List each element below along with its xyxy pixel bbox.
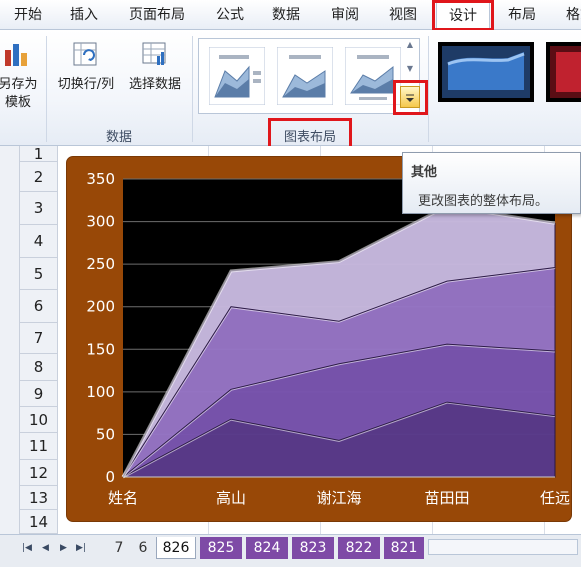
row-header[interactable]: 5 bbox=[20, 258, 58, 290]
sheet-tab-822[interactable]: 822 bbox=[338, 537, 380, 559]
group-separator bbox=[46, 36, 47, 142]
sheet-left-margin bbox=[0, 146, 20, 534]
switch-row-column-icon bbox=[73, 42, 97, 66]
first-sheet-icon[interactable]: |◀ bbox=[22, 543, 32, 553]
horizontal-scrollbar[interactable] bbox=[428, 539, 578, 555]
tab-data[interactable]: 数据 bbox=[266, 0, 306, 30]
tooltip-title: 其他 bbox=[411, 165, 438, 180]
tab-design[interactable]: 设计 bbox=[436, 0, 490, 31]
row-header[interactable]: 7 bbox=[20, 323, 58, 354]
ribbon-tabbar: 开始 插入 页面布局 公式 数据 审阅 视图 设计 布局 格式 bbox=[0, 0, 581, 31]
group-label-chart-layout: 图表布局 bbox=[283, 130, 336, 145]
tab-view[interactable]: 视图 bbox=[383, 0, 423, 30]
row-header[interactable]: 4 bbox=[20, 225, 58, 258]
tab-layout[interactable]: 布局 bbox=[500, 0, 544, 30]
row-header[interactable]: 8 bbox=[20, 354, 58, 381]
tab-review[interactable]: 审阅 bbox=[325, 0, 365, 30]
row-header[interactable]: 9 bbox=[20, 381, 58, 407]
save-template-label-1: 另存为 bbox=[0, 77, 38, 92]
save-template-label-2: 模板 bbox=[4, 95, 31, 110]
tab-home[interactable]: 开始 bbox=[8, 0, 48, 30]
y-tick-label: 300 bbox=[86, 213, 115, 231]
x-tick-label: 谢江海 bbox=[316, 489, 361, 507]
row-header[interactable]: 12 bbox=[20, 460, 58, 486]
sheet-tab-821[interactable]: 821 bbox=[384, 537, 424, 559]
group-separator bbox=[192, 36, 193, 142]
ribbon-body: 另存为 模板 切换行/列 选择数据 数据 ▲ ▼ 图表布局 bbox=[0, 30, 581, 153]
y-tick-label: 250 bbox=[86, 255, 115, 273]
y-tick-label: 150 bbox=[86, 340, 115, 358]
y-tick-label: 200 bbox=[86, 298, 115, 316]
select-data-icon bbox=[142, 42, 166, 65]
last-sheet-icon[interactable]: ▶| bbox=[76, 543, 86, 553]
save-as-template-button[interactable]: 另存为 模板 bbox=[0, 40, 42, 112]
chart-style-2-thumbnail[interactable] bbox=[546, 42, 581, 102]
tab-formulas[interactable]: 公式 bbox=[210, 0, 250, 30]
prev-sheet-icon[interactable]: ◀ bbox=[42, 543, 49, 553]
x-tick-label: 高山 bbox=[216, 489, 246, 507]
chart-style-1-icon bbox=[442, 46, 530, 98]
tooltip-description: 更改图表的整体布局。 bbox=[418, 194, 549, 209]
chart-layout-1-thumbnail[interactable] bbox=[209, 47, 265, 105]
sheet-tab-7[interactable]: 7 bbox=[106, 537, 132, 559]
gallery-scroll-up-button[interactable]: ▲ bbox=[402, 40, 418, 54]
chart-layout-3-thumbnail[interactable] bbox=[345, 47, 401, 105]
switch-row-column-button[interactable]: 切换行/列 bbox=[52, 40, 120, 94]
gallery-more-button[interactable] bbox=[400, 86, 420, 108]
row-header[interactable]: 3 bbox=[20, 192, 58, 225]
row-header[interactable]: 6 bbox=[20, 290, 58, 323]
row-header[interactable]: 1 bbox=[20, 146, 58, 162]
chart-template-icon bbox=[5, 44, 27, 66]
sheet-tab-823[interactable]: 823 bbox=[292, 537, 334, 559]
row-header[interactable]: 13 bbox=[20, 486, 58, 510]
chart-style-2-icon bbox=[550, 46, 581, 98]
y-tick-label: 0 bbox=[105, 468, 115, 486]
x-tick-label: 姓名 bbox=[108, 489, 138, 507]
next-sheet-icon[interactable]: ▶ bbox=[60, 543, 67, 553]
more-dropdown-icon bbox=[406, 94, 414, 102]
y-tick-label: 100 bbox=[86, 383, 115, 401]
chart-style-1-thumbnail[interactable] bbox=[438, 42, 534, 102]
gallery-scroll-down-button[interactable]: ▼ bbox=[402, 64, 418, 78]
tab-insert[interactable]: 插入 bbox=[64, 0, 104, 30]
row-header[interactable]: 10 bbox=[20, 407, 58, 433]
sheet-tab-6[interactable]: 6 bbox=[132, 537, 154, 559]
select-data-label: 选择数据 bbox=[128, 77, 181, 92]
sheet-tab-bar: |◀ ◀ ▶ ▶| 7 6 826 825 824 823 822 821 bbox=[0, 534, 581, 567]
tab-format[interactable]: 格式 bbox=[560, 0, 581, 30]
x-tick-label: 任远 bbox=[540, 489, 570, 507]
switch-row-column-label: 切换行/列 bbox=[57, 77, 115, 92]
more-layouts-tooltip: 其他 更改图表的整体布局。 bbox=[402, 152, 581, 214]
chart-layout-gallery bbox=[198, 38, 420, 114]
y-tick-label: 350 bbox=[86, 170, 115, 188]
row-header[interactable]: 14 bbox=[20, 510, 58, 534]
y-tick-label: 50 bbox=[96, 425, 115, 443]
row-header[interactable]: 11 bbox=[20, 433, 58, 460]
select-data-button[interactable]: 选择数据 bbox=[122, 40, 188, 94]
sheet-tab-826[interactable]: 826 bbox=[156, 537, 196, 559]
sheet-tab-824[interactable]: 824 bbox=[246, 537, 288, 559]
group-label-data: 数据 bbox=[105, 130, 132, 145]
sheet-tab-825[interactable]: 825 bbox=[200, 537, 242, 559]
row-header[interactable]: 2 bbox=[20, 162, 58, 192]
tab-page-layout[interactable]: 页面布局 bbox=[122, 0, 192, 30]
x-tick-label: 苗田田 bbox=[424, 489, 469, 507]
chart-layout-2-thumbnail[interactable] bbox=[277, 47, 333, 105]
group-separator bbox=[428, 36, 429, 142]
